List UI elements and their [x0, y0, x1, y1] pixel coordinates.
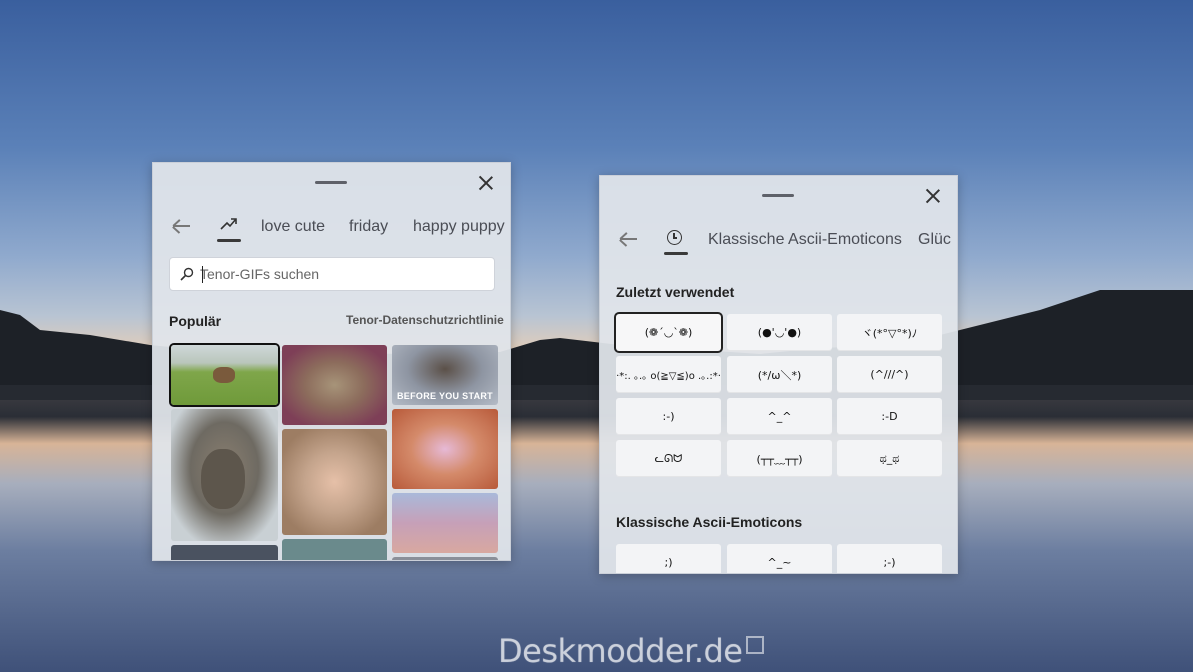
- gif-andre-giant[interactable]: [282, 345, 387, 425]
- search-icon: [180, 267, 194, 281]
- gif-dog-running[interactable]: [171, 345, 278, 405]
- tab-classic-ascii-emoticons[interactable]: Klassische Ascii-Emoticons: [708, 231, 902, 249]
- tab-happy-puppy[interactable]: happy puppy: [413, 218, 505, 236]
- gif-partial-bottom-middle[interactable]: [282, 539, 387, 560]
- emoticon-button[interactable]: ^_~: [727, 544, 832, 573]
- gif-partial-bottom-left[interactable]: [171, 545, 278, 560]
- emoticon-button[interactable]: :-D: [837, 398, 942, 435]
- tab-gluck[interactable]: Glüc: [918, 231, 951, 249]
- emoticon-button[interactable]: ;): [616, 544, 721, 573]
- gif-before-you-start[interactable]: BEFORE YOU START: [392, 345, 498, 405]
- back-arrow-icon[interactable]: [618, 231, 640, 247]
- emoticon-button[interactable]: ಥ_ಥ: [837, 440, 942, 477]
- tab-underline: [664, 252, 688, 255]
- gif-quokka[interactable]: [171, 409, 278, 541]
- emoticon-panel: Klassische Ascii-Emoticons Glüc Zuletzt …: [599, 175, 958, 574]
- emoticon-button[interactable]: ヾ(*°▽°*)ﾉ: [837, 314, 942, 351]
- gif-caption: BEFORE YOU START: [397, 391, 493, 401]
- close-icon[interactable]: [923, 186, 943, 206]
- emoticon-button[interactable]: :-): [616, 398, 721, 435]
- gif-girl-talking[interactable]: [282, 429, 387, 535]
- clock-icon[interactable]: [667, 230, 682, 245]
- gif-panel: love cute friday happy puppy Populär Ten…: [152, 162, 511, 561]
- emoticon-button[interactable]: ᓚᘏᗢ: [616, 440, 721, 477]
- gif-search-input[interactable]: [200, 264, 480, 284]
- gif-cartoon-bunny[interactable]: [392, 409, 498, 489]
- close-icon[interactable]: [476, 173, 496, 193]
- emoticon-button[interactable]: (┬┬﹏┬┬): [727, 440, 832, 477]
- gif-search-box[interactable]: [169, 257, 495, 291]
- classic-ascii-heading: Klassische Ascii-Emoticons: [616, 514, 803, 530]
- drag-handle[interactable]: [762, 194, 794, 197]
- popular-heading: Populär: [169, 313, 222, 329]
- recently-used-heading: Zuletzt verwendet: [616, 284, 735, 300]
- emoticon-button[interactable]: ;-): [837, 544, 942, 573]
- emoticon-button[interactable]: (^///^): [837, 356, 942, 393]
- back-arrow-icon[interactable]: [171, 218, 193, 234]
- watermark: Deskmodder.de: [498, 632, 765, 670]
- gif-partial-bottom-right[interactable]: [392, 557, 498, 560]
- tab-love-cute[interactable]: love cute: [261, 218, 325, 236]
- watermark-icon: [746, 636, 765, 654]
- emoticon-button[interactable]: ·*:. ｡.｡ o(≧▽≦)o .｡.:*·: [616, 356, 721, 393]
- text-caret: [202, 266, 203, 283]
- emoticon-button[interactable]: (●'◡'●): [727, 314, 832, 351]
- emoticon-button[interactable]: ^_^: [727, 398, 832, 435]
- drag-handle[interactable]: [315, 181, 347, 184]
- tenor-privacy-link[interactable]: Tenor-Datenschutzrichtlinie: [346, 313, 504, 327]
- emoticon-button[interactable]: (❁´◡`❁): [616, 314, 721, 351]
- trending-icon[interactable]: [220, 217, 238, 231]
- tab-underline: [217, 239, 241, 242]
- tab-friday[interactable]: friday: [349, 218, 388, 236]
- emoticon-button[interactable]: (*/ω＼*): [727, 356, 832, 393]
- gif-cartoon-bird[interactable]: [392, 493, 498, 553]
